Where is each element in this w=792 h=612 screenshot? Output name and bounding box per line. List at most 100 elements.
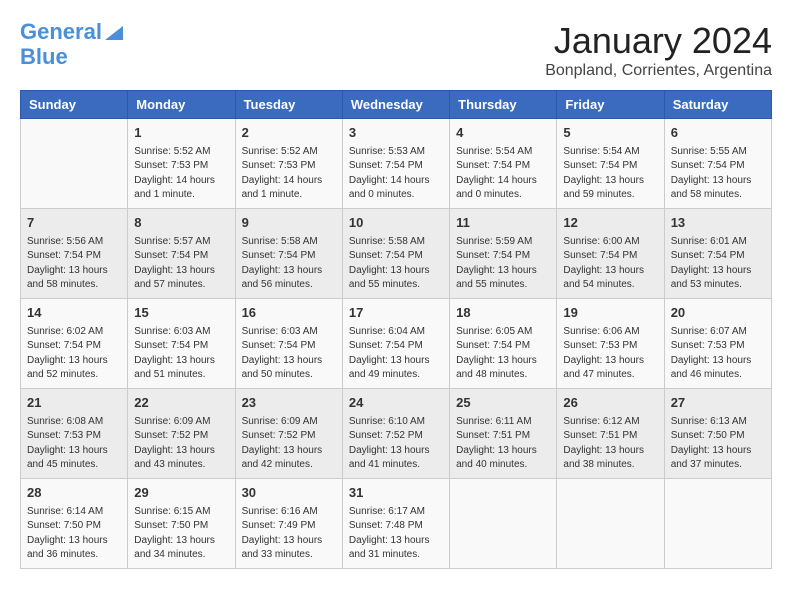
day-info: Sunrise: 5:52 AMSunset: 7:53 PMDaylight:… xyxy=(134,145,228,203)
day-number: 15 xyxy=(134,303,228,323)
calendar-cell: 29Sunrise: 6:15 AMSunset: 7:50 PMDayligh… xyxy=(128,479,235,569)
weekday-header-friday: Friday xyxy=(557,91,664,119)
day-number: 16 xyxy=(242,303,336,323)
calendar-cell xyxy=(21,119,128,209)
day-info: Sunrise: 5:55 AMSunset: 7:54 PMDaylight:… xyxy=(671,145,765,203)
day-number: 5 xyxy=(563,123,657,143)
day-number: 20 xyxy=(671,303,765,323)
day-info: Sunrise: 6:03 AMSunset: 7:54 PMDaylight:… xyxy=(242,325,336,383)
weekday-header-wednesday: Wednesday xyxy=(342,91,449,119)
calendar-cell: 16Sunrise: 6:03 AMSunset: 7:54 PMDayligh… xyxy=(235,299,342,389)
day-info: Sunrise: 6:05 AMSunset: 7:54 PMDaylight:… xyxy=(456,325,550,383)
calendar-cell: 5Sunrise: 5:54 AMSunset: 7:54 PMDaylight… xyxy=(557,119,664,209)
calendar-cell: 6Sunrise: 5:55 AMSunset: 7:54 PMDaylight… xyxy=(664,119,771,209)
calendar-cell: 26Sunrise: 6:12 AMSunset: 7:51 PMDayligh… xyxy=(557,389,664,479)
calendar-cell: 8Sunrise: 5:57 AMSunset: 7:54 PMDaylight… xyxy=(128,209,235,299)
calendar-cell: 17Sunrise: 6:04 AMSunset: 7:54 PMDayligh… xyxy=(342,299,449,389)
calendar-cell: 18Sunrise: 6:05 AMSunset: 7:54 PMDayligh… xyxy=(450,299,557,389)
day-number: 27 xyxy=(671,393,765,413)
title-block: January 2024 Bonpland, Corrientes, Argen… xyxy=(545,20,772,80)
weekday-header-thursday: Thursday xyxy=(450,91,557,119)
day-number: 10 xyxy=(349,213,443,233)
calendar-cell: 10Sunrise: 5:58 AMSunset: 7:54 PMDayligh… xyxy=(342,209,449,299)
calendar-cell: 19Sunrise: 6:06 AMSunset: 7:53 PMDayligh… xyxy=(557,299,664,389)
calendar-cell: 4Sunrise: 5:54 AMSunset: 7:54 PMDaylight… xyxy=(450,119,557,209)
calendar-cell: 24Sunrise: 6:10 AMSunset: 7:52 PMDayligh… xyxy=(342,389,449,479)
day-info: Sunrise: 5:53 AMSunset: 7:54 PMDaylight:… xyxy=(349,145,443,203)
day-info: Sunrise: 6:02 AMSunset: 7:54 PMDaylight:… xyxy=(27,325,121,383)
day-number: 26 xyxy=(563,393,657,413)
calendar-cell: 11Sunrise: 5:59 AMSunset: 7:54 PMDayligh… xyxy=(450,209,557,299)
logo-icon xyxy=(105,22,123,40)
day-number: 6 xyxy=(671,123,765,143)
calendar-cell: 31Sunrise: 6:17 AMSunset: 7:48 PMDayligh… xyxy=(342,479,449,569)
day-info: Sunrise: 6:11 AMSunset: 7:51 PMDaylight:… xyxy=(456,415,550,473)
calendar-cell: 30Sunrise: 6:16 AMSunset: 7:49 PMDayligh… xyxy=(235,479,342,569)
calendar-cell: 23Sunrise: 6:09 AMSunset: 7:52 PMDayligh… xyxy=(235,389,342,479)
day-info: Sunrise: 6:09 AMSunset: 7:52 PMDaylight:… xyxy=(242,415,336,473)
day-number: 1 xyxy=(134,123,228,143)
day-info: Sunrise: 6:14 AMSunset: 7:50 PMDaylight:… xyxy=(27,505,121,563)
day-info: Sunrise: 6:07 AMSunset: 7:53 PMDaylight:… xyxy=(671,325,765,383)
calendar-cell xyxy=(557,479,664,569)
day-number: 2 xyxy=(242,123,336,143)
day-number: 18 xyxy=(456,303,550,323)
calendar-week-2: 14Sunrise: 6:02 AMSunset: 7:54 PMDayligh… xyxy=(21,299,772,389)
calendar-cell: 7Sunrise: 5:56 AMSunset: 7:54 PMDaylight… xyxy=(21,209,128,299)
day-info: Sunrise: 5:54 AMSunset: 7:54 PMDaylight:… xyxy=(456,145,550,203)
day-info: Sunrise: 6:04 AMSunset: 7:54 PMDaylight:… xyxy=(349,325,443,383)
day-info: Sunrise: 6:17 AMSunset: 7:48 PMDaylight:… xyxy=(349,505,443,563)
day-info: Sunrise: 6:03 AMSunset: 7:54 PMDaylight:… xyxy=(134,325,228,383)
calendar-cell xyxy=(450,479,557,569)
calendar-cell: 20Sunrise: 6:07 AMSunset: 7:53 PMDayligh… xyxy=(664,299,771,389)
page-header: General Blue January 2024 Bonpland, Corr… xyxy=(20,20,772,80)
day-number: 21 xyxy=(27,393,121,413)
calendar-cell: 15Sunrise: 6:03 AMSunset: 7:54 PMDayligh… xyxy=(128,299,235,389)
day-number: 8 xyxy=(134,213,228,233)
day-info: Sunrise: 5:56 AMSunset: 7:54 PMDaylight:… xyxy=(27,235,121,293)
day-info: Sunrise: 6:06 AMSunset: 7:53 PMDaylight:… xyxy=(563,325,657,383)
day-number: 22 xyxy=(134,393,228,413)
calendar-cell: 28Sunrise: 6:14 AMSunset: 7:50 PMDayligh… xyxy=(21,479,128,569)
day-info: Sunrise: 5:58 AMSunset: 7:54 PMDaylight:… xyxy=(349,235,443,293)
logo: General Blue xyxy=(20,20,123,69)
day-info: Sunrise: 6:00 AMSunset: 7:54 PMDaylight:… xyxy=(563,235,657,293)
weekday-header-tuesday: Tuesday xyxy=(235,91,342,119)
logo-text-blue: Blue xyxy=(20,45,68,69)
calendar-cell: 12Sunrise: 6:00 AMSunset: 7:54 PMDayligh… xyxy=(557,209,664,299)
day-number: 29 xyxy=(134,483,228,503)
day-info: Sunrise: 5:52 AMSunset: 7:53 PMDaylight:… xyxy=(242,145,336,203)
calendar-cell: 25Sunrise: 6:11 AMSunset: 7:51 PMDayligh… xyxy=(450,389,557,479)
day-number: 13 xyxy=(671,213,765,233)
day-number: 19 xyxy=(563,303,657,323)
day-number: 28 xyxy=(27,483,121,503)
day-info: Sunrise: 6:01 AMSunset: 7:54 PMDaylight:… xyxy=(671,235,765,293)
calendar-week-0: 1Sunrise: 5:52 AMSunset: 7:53 PMDaylight… xyxy=(21,119,772,209)
month-title: January 2024 xyxy=(545,20,772,62)
calendar-cell: 9Sunrise: 5:58 AMSunset: 7:54 PMDaylight… xyxy=(235,209,342,299)
calendar-cell: 1Sunrise: 5:52 AMSunset: 7:53 PMDaylight… xyxy=(128,119,235,209)
weekday-header-saturday: Saturday xyxy=(664,91,771,119)
day-number: 17 xyxy=(349,303,443,323)
calendar-cell: 22Sunrise: 6:09 AMSunset: 7:52 PMDayligh… xyxy=(128,389,235,479)
day-number: 25 xyxy=(456,393,550,413)
day-info: Sunrise: 6:08 AMSunset: 7:53 PMDaylight:… xyxy=(27,415,121,473)
day-number: 11 xyxy=(456,213,550,233)
calendar-header: SundayMondayTuesdayWednesdayThursdayFrid… xyxy=(21,91,772,119)
day-number: 9 xyxy=(242,213,336,233)
day-number: 3 xyxy=(349,123,443,143)
logo-text: General xyxy=(20,20,102,44)
day-number: 12 xyxy=(563,213,657,233)
day-info: Sunrise: 6:09 AMSunset: 7:52 PMDaylight:… xyxy=(134,415,228,473)
day-number: 7 xyxy=(27,213,121,233)
day-info: Sunrise: 5:57 AMSunset: 7:54 PMDaylight:… xyxy=(134,235,228,293)
day-info: Sunrise: 5:58 AMSunset: 7:54 PMDaylight:… xyxy=(242,235,336,293)
calendar-week-1: 7Sunrise: 5:56 AMSunset: 7:54 PMDaylight… xyxy=(21,209,772,299)
day-info: Sunrise: 6:13 AMSunset: 7:50 PMDaylight:… xyxy=(671,415,765,473)
calendar-cell: 27Sunrise: 6:13 AMSunset: 7:50 PMDayligh… xyxy=(664,389,771,479)
calendar-table: SundayMondayTuesdayWednesdayThursdayFrid… xyxy=(20,90,772,569)
day-info: Sunrise: 6:12 AMSunset: 7:51 PMDaylight:… xyxy=(563,415,657,473)
day-info: Sunrise: 5:59 AMSunset: 7:54 PMDaylight:… xyxy=(456,235,550,293)
day-info: Sunrise: 6:10 AMSunset: 7:52 PMDaylight:… xyxy=(349,415,443,473)
location-subtitle: Bonpland, Corrientes, Argentina xyxy=(545,62,772,80)
